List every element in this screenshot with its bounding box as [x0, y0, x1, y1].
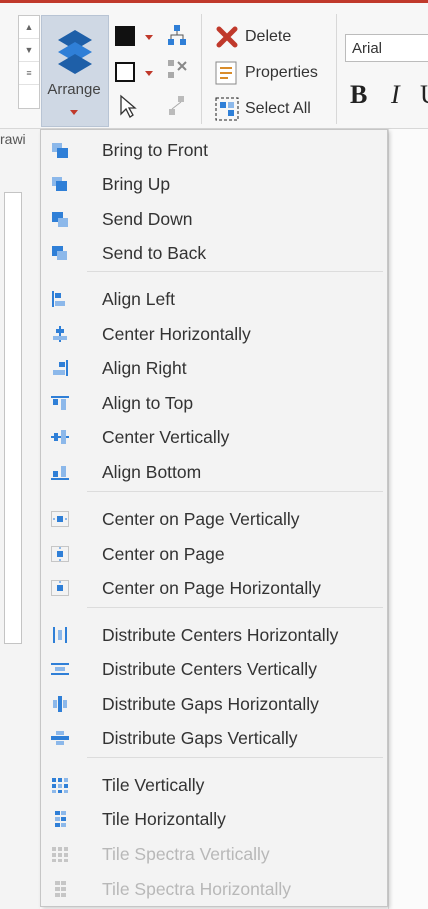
ribbon-separator — [336, 14, 337, 124]
line-color-icon[interactable] — [113, 62, 157, 84]
align-top-icon — [51, 396, 69, 410]
menu-item-center-vertically[interactable]: Center Vertically — [41, 421, 387, 453]
ribbon-separator — [201, 14, 202, 124]
menu-item-bring-up[interactable]: Bring Up — [41, 168, 387, 200]
menu-item-label: Distribute Centers Horizontally — [102, 625, 339, 645]
menu-item-label: Align to Top — [102, 393, 194, 413]
send-to-back-icon — [52, 246, 67, 260]
menu-item-distribute-gaps-vertically[interactable]: Distribute Gaps Vertically — [41, 722, 387, 754]
menu-item-send-down[interactable]: Send Down — [41, 203, 387, 235]
menu-item-distribute-gaps-horizontally[interactable]: Distribute Gaps Horizontally — [41, 688, 387, 720]
bold-button[interactable]: B — [350, 80, 367, 110]
menu-item-center-on-page-vertically[interactable]: Center on Page Vertically — [41, 503, 387, 535]
tile-horizontally-icon — [55, 811, 66, 827]
menu-item-align-to-top[interactable]: Align to Top — [41, 387, 387, 419]
menu-item-align-right[interactable]: Align Right — [41, 352, 387, 384]
align-right-icon — [53, 360, 68, 376]
left-panel-strip — [4, 192, 22, 644]
pointer-icon[interactable] — [118, 94, 138, 120]
menu-item-label: Tile Vertically — [102, 775, 205, 795]
center-horizontally-icon — [53, 326, 67, 342]
menu-item-label: Distribute Gaps Vertically — [102, 728, 298, 748]
menu-item-label: Align Bottom — [102, 462, 202, 482]
properties-button[interactable]: Properties — [245, 64, 318, 82]
menu-item-label: Distribute Centers Vertically — [102, 659, 317, 679]
menu-item-label: Bring to Front — [102, 140, 209, 160]
center-vertically-icon — [51, 430, 69, 444]
bring-up-icon — [52, 177, 67, 191]
properties-icon — [215, 61, 237, 85]
italic-button[interactable]: I — [391, 80, 400, 110]
menu-item-distribute-centers-vertically[interactable]: Distribute Centers Vertically — [41, 653, 387, 685]
delete-icon — [216, 26, 238, 48]
spin-up-icon[interactable]: ▲ — [19, 16, 39, 39]
spin-list-icon[interactable]: ≡ — [19, 62, 39, 85]
menu-item-label: Center on Page — [102, 544, 225, 564]
menu-item-center-on-page-horizontally[interactable]: Center on Page Horizontally — [41, 572, 387, 604]
arrange-menu: Bring to Front Bring Up Send Down Send to B… — [40, 129, 388, 907]
menu-separator — [87, 271, 383, 272]
font-name-select[interactable]: Arial — [345, 34, 428, 62]
menu-item-tile-horizontally[interactable]: Tile Horizontally — [41, 803, 387, 835]
menu-item-label: Center Vertically — [102, 427, 230, 447]
menu-item-label: Bring Up — [102, 174, 171, 194]
distribute-gaps-vertically-icon — [51, 731, 69, 745]
menu-item-distribute-centers-horizontally[interactable]: Distribute Centers Horizontally — [41, 619, 387, 651]
menu-item-tile-spectra-vertically: Tile Spectra Vertically — [41, 838, 387, 870]
layers-icon — [58, 30, 92, 74]
menu-item-send-to-back[interactable]: Send to Back — [41, 237, 387, 269]
center-page-vertically-icon — [51, 511, 69, 527]
arrange-label: Arrange — [47, 81, 101, 98]
menu-item-tile-spectra-horizontally: Tile Spectra Horizontally — [41, 873, 387, 905]
menu-separator — [87, 491, 383, 492]
menu-item-label: Tile Horizontally — [102, 809, 226, 829]
group-icon[interactable] — [166, 24, 188, 48]
center-page-icon — [51, 546, 69, 562]
underline-button[interactable]: U — [420, 80, 428, 110]
bring-to-front-icon — [52, 143, 68, 158]
menu-item-label: Tile Spectra Horizontally — [102, 879, 292, 899]
distribute-centers-horizontally-icon — [53, 627, 67, 643]
menu-item-label: Center on Page Horizontally — [102, 578, 321, 598]
send-down-icon — [52, 212, 68, 227]
tile-vertically-icon — [52, 778, 68, 793]
select-all-icon — [215, 97, 239, 121]
menu-item-label: Send to Back — [102, 243, 207, 263]
menu-item-label: Tile Spectra Vertically — [102, 844, 270, 864]
connector-icon — [169, 96, 184, 115]
menu-item-label: Distribute Gaps Horizontally — [102, 694, 319, 714]
menu-item-bring-to-front[interactable]: Bring to Front — [41, 134, 387, 166]
size-spinner[interactable]: ▲ ▼ ≡ — [18, 15, 40, 109]
menu-item-label: Center on Page Vertically — [102, 509, 300, 529]
menu-item-center-horizontally[interactable]: Center Horizontally — [41, 318, 387, 350]
arrange-caret-icon[interactable] — [70, 110, 78, 115]
menu-item-label: Center Horizontally — [102, 324, 251, 344]
document-area — [388, 129, 428, 909]
menu-separator — [87, 607, 383, 608]
menu-item-align-bottom[interactable]: Align Bottom — [41, 456, 387, 488]
select-all-button[interactable]: Select All — [245, 100, 311, 118]
menu-item-align-left[interactable]: Align Left — [41, 283, 387, 315]
menu-item-center-on-page[interactable]: Center on Page — [41, 538, 387, 570]
distribute-gaps-horizontally-icon — [53, 696, 67, 712]
menu-item-label: Send Down — [102, 209, 193, 229]
tile-spectra-vertically-icon — [52, 847, 68, 862]
distribute-centers-vertically-icon — [51, 663, 69, 675]
fill-color-icon[interactable] — [113, 26, 157, 48]
align-left-icon — [52, 291, 65, 307]
delete-button[interactable]: Delete — [245, 28, 291, 46]
ungroup-icon — [168, 60, 187, 78]
center-page-horizontally-icon — [51, 580, 69, 596]
menu-item-label: Align Left — [102, 289, 175, 309]
menu-item-tile-vertically[interactable]: Tile Vertically — [41, 769, 387, 801]
left-panel-label: rawi — [0, 131, 26, 147]
tile-spectra-horizontally-icon — [55, 881, 66, 897]
spin-down-icon[interactable]: ▼ — [19, 39, 39, 62]
menu-item-label: Align Right — [102, 358, 187, 378]
menu-separator — [87, 757, 383, 758]
align-bottom-icon — [51, 466, 69, 480]
